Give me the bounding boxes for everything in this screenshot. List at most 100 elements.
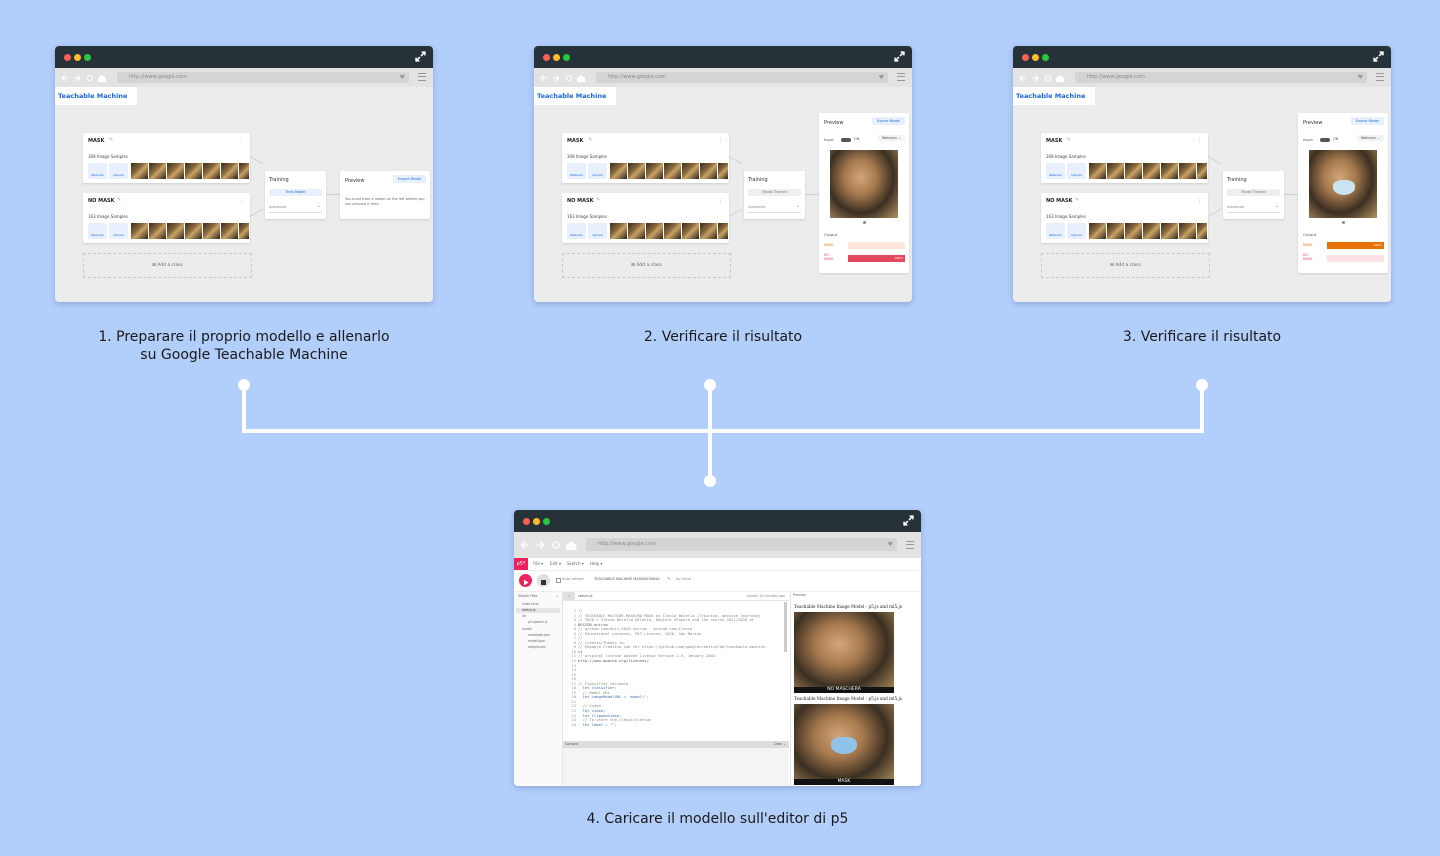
folder-item[interactable]: lib [522,614,526,618]
file-item[interactable]: metadata.json [528,633,550,637]
heart-icon[interactable]: ♥ [888,538,893,551]
p5-logo[interactable]: p5* [514,558,528,570]
menu-icon[interactable] [897,73,905,81]
webcam-button[interactable]: Webcam [1046,163,1065,179]
class-name[interactable]: MASK [1046,138,1062,144]
menu-help[interactable]: Help ▾ [590,561,602,566]
webcam-button[interactable]: Webcam [88,223,107,239]
chevron-down-icon[interactable]: ⌄ [796,203,800,209]
close-dot[interactable] [64,54,71,61]
class-name[interactable]: NO MASK [88,198,115,204]
url-bar[interactable]: http://www.google.com ♥ [117,72,409,83]
export-model-button[interactable]: Export Model [1350,117,1384,125]
nav-buttons-icon[interactable] [61,74,109,82]
app-tag[interactable]: Teachable Machine [534,87,617,105]
heart-icon[interactable]: ♥ [400,72,405,83]
url-bar[interactable]: http://www.google.com ♥ [596,72,888,83]
folder-item[interactable]: model [522,627,532,631]
upload-button[interactable]: Upload [109,163,128,179]
app-tag[interactable]: Teachable Machine [1013,87,1096,105]
expand-icon[interactable] [415,51,426,62]
console-clear[interactable]: Clear ⌄ [774,742,786,746]
webcam-button[interactable]: Webcam [1046,223,1065,239]
chevron-down-icon[interactable]: ⌄ [1275,203,1279,209]
class-name[interactable]: NO MASK [1046,198,1073,204]
input-source-select[interactable]: Webcam ⌄ [1356,135,1384,141]
nav-buttons-icon[interactable] [1019,74,1067,82]
edit-icon[interactable]: ✎ [667,576,670,581]
editor-scrollbar[interactable] [784,602,787,652]
advanced-toggle[interactable]: Advanced [748,205,765,209]
menu-icon[interactable] [1376,73,1384,81]
upload-button[interactable]: Upload [588,163,607,179]
url-bar[interactable]: http://www.google.com ♥ [586,538,897,551]
class-name[interactable]: MASK [567,138,583,144]
collapse-sidebar-button[interactable]: ‹ [563,592,575,600]
input-source-select[interactable]: Webcam ⌄ [877,135,905,141]
upload-button[interactable]: Upload [1067,163,1086,179]
file-item[interactable]: index.html [522,602,539,606]
edit-icon[interactable]: ✎ [596,197,600,203]
chevron-down-icon[interactable]: ⌄ [317,203,321,209]
webcam-button[interactable]: Webcam [567,163,586,179]
more-icon[interactable]: ⋮ [1197,138,1202,144]
play-button[interactable] [519,574,532,587]
menu-edit[interactable]: Edit ▾ [550,561,561,566]
more-icon[interactable]: ⋮ [239,198,244,204]
minimize-dot[interactable] [74,54,81,61]
train-model-button[interactable]: Train Model [269,189,322,196]
auto-refresh-checkbox[interactable] [556,578,561,583]
heart-icon[interactable]: ♥ [1358,72,1363,83]
minimize-dot[interactable] [553,54,560,61]
edit-icon[interactable]: ✎ [1067,137,1071,143]
edit-icon[interactable]: ✎ [1075,197,1079,203]
advanced-toggle[interactable]: Advanced [1227,205,1244,209]
file-item[interactable]: model.json [528,639,545,643]
input-toggle[interactable] [1320,138,1330,142]
export-model-button[interactable]: Export Model [392,175,426,183]
maximize-dot[interactable] [84,54,91,61]
edit-icon[interactable]: ✎ [109,137,113,143]
close-dot[interactable] [1022,54,1029,61]
model-trained-button[interactable]: Model Trained [1227,189,1280,196]
file-tab[interactable]: sketch.js [578,594,592,598]
more-icon[interactable]: ⋮ [718,198,723,204]
menu-file[interactable]: File ▾ [533,561,543,566]
edit-icon[interactable]: ✎ [117,197,121,203]
app-tag[interactable]: Teachable Machine [55,87,138,105]
webcam-button[interactable]: Webcam [88,163,107,179]
upload-button[interactable]: Upload [1067,223,1086,239]
chevron-down-icon[interactable]: ⌄ [556,593,559,598]
file-item[interactable]: weights.bin [528,645,546,649]
menu-icon[interactable] [418,73,426,81]
edit-icon[interactable]: ✎ [588,137,592,143]
model-trained-button[interactable]: Model Trained [748,189,801,196]
minimize-dot[interactable] [533,518,540,525]
nav-buttons-icon[interactable] [540,74,588,82]
input-toggle[interactable] [841,138,851,142]
stop-button[interactable] [537,574,550,587]
webcam-button[interactable]: Webcam [567,223,586,239]
maximize-dot[interactable] [1042,54,1049,61]
add-class-button[interactable]: ⊞ Add a class [83,253,252,278]
minimize-dot[interactable] [1032,54,1039,61]
more-icon[interactable]: ⋮ [239,138,244,144]
close-dot[interactable] [543,54,550,61]
maximize-dot[interactable] [543,518,550,525]
file-item[interactable]: p5.speech.js [528,620,547,624]
close-dot[interactable] [523,518,530,525]
nav-buttons-icon[interactable] [520,540,580,550]
file-item[interactable]: sketch.js [522,608,536,612]
url-bar[interactable]: http://www.google.com ♥ [1075,72,1367,83]
maximize-dot[interactable] [563,54,570,61]
upload-button[interactable]: Upload [109,223,128,239]
more-icon[interactable]: ⋮ [718,138,723,144]
class-name[interactable]: NO MASK [567,198,594,204]
code-editor[interactable]: //// TEACHABLE MACHINE-MASK/NO MASK by I… [578,609,784,739]
project-name[interactable]: TEACHABLE MACHINE MASK/NOMASK [594,577,660,581]
more-icon[interactable]: ⋮ [1197,198,1202,204]
menu-icon[interactable] [906,541,914,549]
menu-sketch[interactable]: Sketch ▾ [567,561,584,566]
expand-icon[interactable] [903,515,914,526]
expand-icon[interactable] [1373,51,1384,62]
